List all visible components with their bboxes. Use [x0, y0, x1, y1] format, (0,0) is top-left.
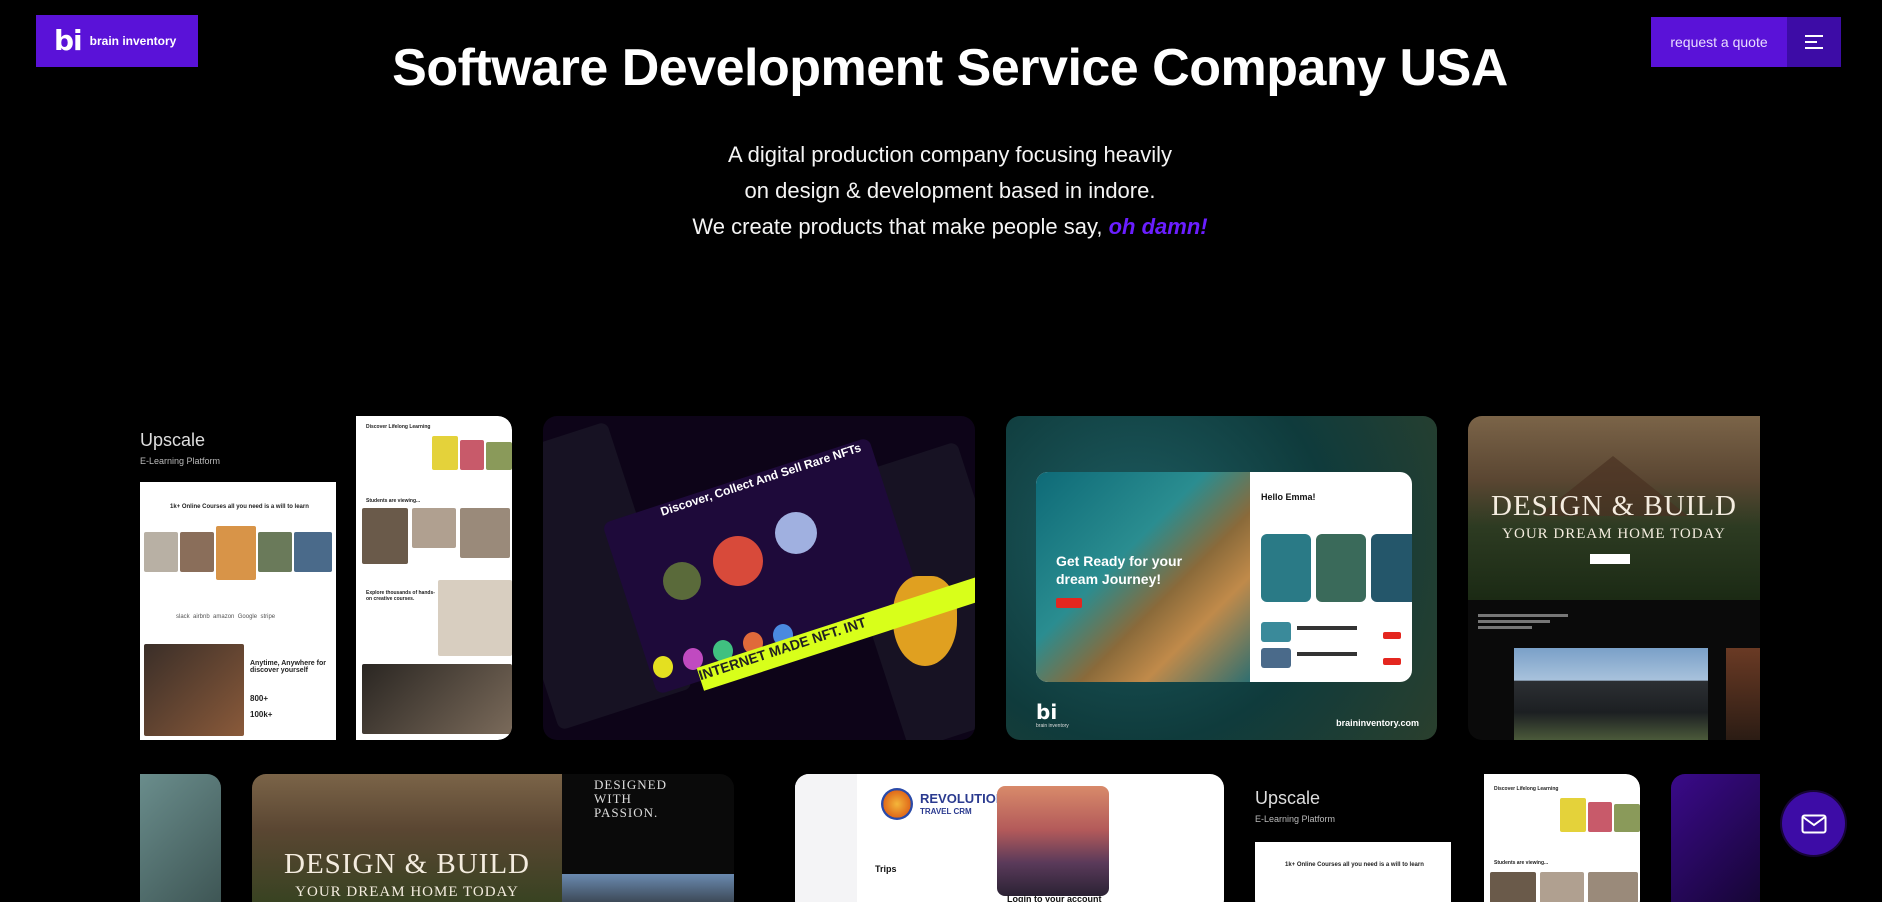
house-subtitle: YOUR DREAM HOME TODAY — [295, 884, 519, 900]
hero-line-3: We create products that make people say,… — [0, 209, 1882, 245]
card-subtitle: E-Learning Platform — [140, 456, 221, 466]
page-title: Software Development Service Company USA — [392, 39, 1508, 97]
image-thumbnail — [216, 526, 256, 580]
image-thumbnail — [362, 664, 512, 734]
nft-artwork — [663, 562, 701, 600]
portfolio-card-elearning-2[interactable]: Upscale E-Learning Platform 1k+ Online C… — [1255, 774, 1640, 902]
elearning-students: Students are viewing... — [366, 498, 421, 504]
portfolio-card-partial[interactable] — [140, 774, 221, 902]
travel-headline: Get Ready for your dream Journey! — [1056, 553, 1183, 587]
elearning-side-heading: Discover Lifelong Learning — [366, 424, 431, 430]
image-thumbnail — [460, 440, 484, 470]
passion-heading: DESIGNED WITH PASSION. — [594, 777, 667, 820]
image-thumbnail — [460, 508, 510, 558]
portfolio-card-travel[interactable]: Get Ready for your dream Journey! Hello … — [1006, 416, 1437, 740]
image-thumbnail — [294, 532, 332, 572]
portfolio-card-elearning[interactable]: Upscale E-Learning Platform 1k+ Online C… — [140, 416, 512, 740]
image-thumbnail — [1316, 534, 1366, 602]
image-thumbnail — [432, 436, 458, 470]
travel-logo-mark: bi — [1036, 700, 1058, 724]
hero-line-2: on design & development based in indore. — [744, 178, 1156, 203]
image-thumbnail — [1261, 534, 1311, 602]
nft-artwork — [713, 536, 763, 586]
nft-artwork — [653, 656, 673, 678]
image-thumbnail — [1588, 802, 1612, 832]
elearning-students: Students are viewing... — [1494, 860, 1549, 866]
hero-line-1: A digital production company focusing he… — [728, 142, 1172, 167]
image-thumbnail — [486, 442, 512, 470]
image-thumbnail — [438, 580, 512, 656]
image-thumbnail — [1371, 534, 1412, 602]
hero-accent: oh damn! — [1108, 214, 1208, 239]
image-thumbnail — [412, 508, 456, 548]
house-title: DESIGN & BUILD — [284, 848, 530, 880]
portfolio-card-house-2[interactable]: DESIGN & BUILD YOUR DREAM HOME TODAY — [252, 774, 562, 902]
elearning-screenshot-main: 1k+ Online Courses all you need is a wil… — [1255, 842, 1451, 902]
travel-url: braininventory.com — [1336, 718, 1419, 728]
image-thumbnail — [144, 644, 244, 736]
crm-sidebar — [795, 774, 857, 902]
crm-trips-label: Trips — [875, 864, 897, 874]
elearning-screenshot-side: Discover Lifelong Learning Students are … — [1484, 774, 1640, 902]
elearning-screenshot-side: Discover Lifelong Learning Students are … — [356, 416, 512, 740]
portfolio-card-nft[interactable]: Discover, Collect And Sell Rare NFTs INT… — [543, 416, 975, 740]
portfolio-card-crm[interactable]: REVOLUTION TRAVEL CRM Trips Login to you… — [795, 774, 1224, 902]
nft-artwork — [775, 512, 817, 554]
elearning-side-heading: Discover Lifelong Learning — [1494, 786, 1559, 792]
elearning-stat-1: 800+ — [250, 694, 269, 703]
house-cta — [1590, 554, 1630, 564]
crm-login-label: Login to your account — [1007, 894, 1102, 902]
portfolio-card-house[interactable]: DESIGN & BUILD YOUR DREAM HOME TODAY — [1468, 416, 1760, 740]
crm-title: REVOLUTION TRAVEL CRM — [920, 791, 1006, 816]
partner-logos: slack airbnb amazon Google stripe — [176, 614, 276, 620]
house-description — [1478, 614, 1568, 632]
image-thumbnail — [362, 508, 408, 564]
house-photo — [562, 874, 734, 902]
travel-logo-text: brain inventory — [1036, 723, 1069, 729]
elearning-hero-line: 1k+ Online Courses all you need is a wil… — [1285, 862, 1424, 868]
image-thumbnail — [1540, 872, 1584, 902]
image-thumbnail — [144, 532, 178, 572]
travel-app-mockup: Get Ready for your dream Journey! Hello … — [1036, 472, 1412, 682]
image-thumbnail — [1490, 872, 1536, 902]
card-subtitle: E-Learning Platform — [1255, 814, 1336, 824]
travel-greeting: Hello Emma! — [1261, 492, 1316, 502]
elearning-screenshot-main: 1k+ Online Courses all you need is a wil… — [140, 482, 336, 740]
elearning-explore: Explore thousands of hands-on creative c… — [366, 590, 435, 602]
portfolio-card-house-detail[interactable]: DESIGNED WITH PASSION. — [562, 774, 734, 902]
card-title: Upscale — [140, 430, 206, 450]
travel-cta — [1056, 598, 1082, 608]
hero-line-3-prefix: We create products that make people say, — [692, 214, 1109, 239]
list-item — [1261, 622, 1401, 642]
house-subtitle: YOUR DREAM HOME TODAY — [1502, 526, 1726, 542]
portfolio-card-nft-2[interactable] — [1671, 774, 1760, 902]
card-title: Upscale — [1255, 788, 1321, 808]
image-thumbnail — [180, 532, 214, 572]
image-thumbnail — [258, 532, 292, 572]
hero-subtitle: A digital production company focusing he… — [0, 137, 1882, 245]
elearning-hero-line: 1k+ Online Courses all you need is a wil… — [170, 504, 309, 510]
mail-icon — [1801, 814, 1826, 833]
image-thumbnail — [1614, 804, 1640, 832]
list-item — [1261, 648, 1401, 668]
elearning-stat-2: 100k+ — [250, 710, 273, 719]
image-thumbnail — [1588, 872, 1638, 902]
elearning-anytime: Anytime, Anywhere for discover yourself — [250, 660, 326, 674]
crm-hero-image — [997, 786, 1109, 896]
house-title: DESIGN & BUILD — [1491, 490, 1737, 522]
house-photo — [1514, 648, 1708, 740]
image-thumbnail — [1560, 798, 1586, 832]
crm-logo-icon — [881, 788, 913, 820]
house-photo — [1726, 648, 1760, 740]
contact-mail-button[interactable] — [1782, 792, 1845, 855]
